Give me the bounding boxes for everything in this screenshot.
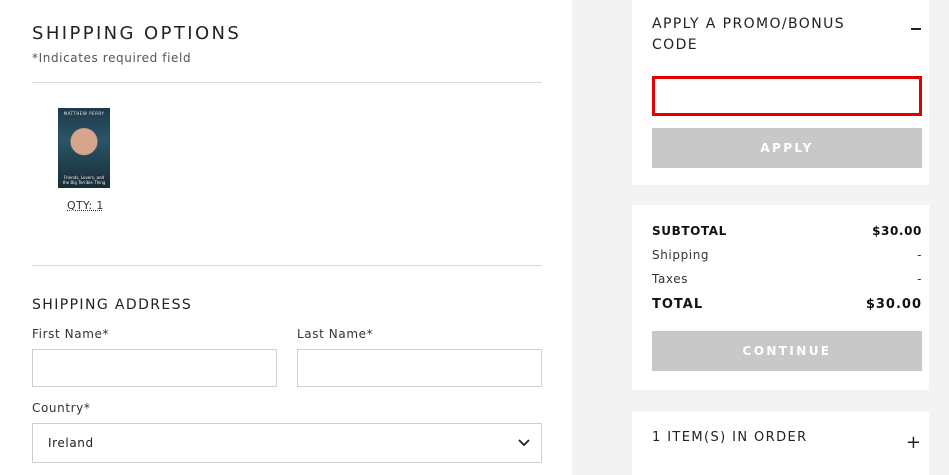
product-thumbnail[interactable]: MATTHEW PERRY Friends, Lovers, and the B… [58,108,110,188]
expand-icon[interactable]: + [906,434,921,452]
subtotal-label: SUBTOTAL [652,224,727,238]
first-name-label: First Name* [32,327,110,341]
chevron-down-icon [518,439,530,447]
last-name-label: Last Name* [297,327,374,341]
shipping-options-panel: SHIPPING OPTIONS *Indicates required fie… [0,0,572,475]
taxes-value: - [917,272,922,286]
promo-code-input[interactable] [652,76,922,116]
taxes-row: Taxes - [652,272,922,286]
apply-button[interactable]: APPLY [652,128,922,168]
country-select[interactable]: Ireland [32,423,542,463]
shipping-row: Shipping - [652,248,922,262]
promo-code-heading: APPLY A PROMO/BONUS CODE [652,16,846,53]
collapse-icon[interactable] [911,28,921,30]
divider [32,82,542,83]
book-cover-author: MATTHEW PERRY [63,111,105,116]
shipping-value: - [917,248,922,262]
subtotal-value: $30.00 [872,224,922,238]
quantity-link[interactable]: QTY: 1 [67,199,104,212]
total-value: $30.00 [865,297,922,312]
order-summary-card: SUBTOTAL $30.00 Shipping - Taxes - TOTAL… [632,205,929,390]
promo-code-card: APPLY A PROMO/BONUS CODE APPLY [632,0,929,185]
last-name-field[interactable] [297,349,542,387]
required-field-note: *Indicates required field [32,51,192,65]
total-label: TOTAL [652,297,704,312]
continue-button[interactable]: CONTINUE [652,331,922,371]
total-row: TOTAL $30.00 [652,297,922,312]
first-name-field[interactable] [32,349,277,387]
subtotal-row: SUBTOTAL $30.00 [652,224,922,238]
divider [32,265,542,266]
taxes-label: Taxes [652,272,689,286]
page-title: SHIPPING OPTIONS [32,23,242,44]
country-selected-value: Ireland [48,436,94,450]
shipping-label: Shipping [652,248,710,262]
shipping-address-heading: SHIPPING ADDRESS [32,297,193,313]
order-items-card[interactable]: 1 ITEM(S) IN ORDER + [632,412,929,475]
book-cover-title: Friends, Lovers, and the Big Terrible Th… [62,175,106,185]
order-items-heading: 1 ITEM(S) IN ORDER [652,430,808,445]
country-label: Country* [32,401,91,415]
